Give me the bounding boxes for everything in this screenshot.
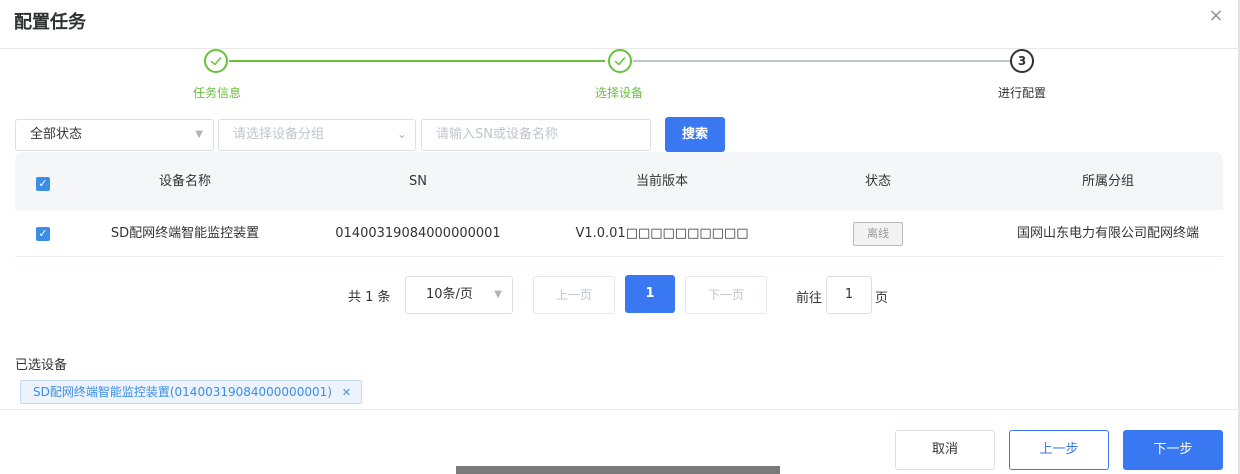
device-group-placeholder: 请选择设备分组 [233, 127, 325, 142]
step-1-check-icon [204, 49, 228, 73]
device-group-select[interactable]: 请选择设备分组 ⌄ [218, 119, 416, 151]
col-group: 所属分组 [1081, 174, 1134, 189]
col-version: 当前版本 [635, 174, 688, 189]
pagination-total: 共 1 条 [348, 290, 391, 305]
tag-close-icon[interactable]: ✕ [342, 386, 351, 399]
sn-search-input[interactable]: 请输入SN或设备名称 [421, 119, 651, 151]
goto-page-input[interactable]: 1 [826, 276, 872, 314]
search-button[interactable]: 搜索 [665, 117, 725, 152]
chevron-down-icon: ⌄ [396, 127, 407, 141]
next-page-button[interactable]: 下一页 [685, 276, 767, 314]
config-task-dialog: 配置任务 × 任务信息 选择设备 3 进行配置 全部状态 ▼ 请选择设备分组 ⌄… [0, 0, 1240, 474]
horizontal-scrollbar[interactable] [456, 466, 780, 474]
page-number-1[interactable]: 1 [625, 275, 675, 313]
step-2-check-icon [608, 49, 632, 73]
footer-divider [0, 409, 1240, 410]
page-size-value: 10条/页 [426, 287, 473, 302]
check-icon [210, 57, 222, 66]
page-size-select[interactable]: 10条/页 ▼ [405, 276, 513, 314]
select-all-checkbox[interactable]: ✓ [36, 177, 50, 191]
goto-suffix: 页 [875, 291, 889, 306]
previous-step-button[interactable]: 上一步 [1009, 430, 1109, 470]
row-checkbox[interactable]: ✓ [36, 227, 50, 241]
prev-page-button[interactable]: 上一页 [533, 276, 615, 314]
status-select-value: 全部状态 [30, 127, 83, 142]
step-connector-1 [229, 60, 605, 62]
next-step-button[interactable]: 下一步 [1123, 430, 1223, 470]
caret-down-icon: ▼ [195, 129, 203, 140]
step-3-label: 进行配置 [998, 86, 1047, 100]
step-2-label: 选择设备 [595, 86, 644, 100]
col-device-name: 设备名称 [158, 174, 211, 189]
caret-down-icon: ▼ [494, 289, 502, 300]
selected-device-tag-text: SD配网终端智能监控装置(01400319084000000001) [33, 385, 332, 399]
step-1-label: 任务信息 [193, 86, 242, 100]
cell-group: 国网山东电力有限公司配网终端 [1016, 226, 1199, 241]
cell-sn: 01400319084000000001 [335, 226, 501, 241]
status-select[interactable]: 全部状态 ▼ [15, 119, 214, 151]
check-icon [614, 57, 626, 66]
step-connector-2 [633, 60, 1010, 62]
table-header: ✓ 设备名称 SN 当前版本 状态 所属分组 [15, 152, 1223, 210]
step-3-number: 3 [1010, 49, 1034, 73]
cancel-button[interactable]: 取消 [895, 430, 995, 470]
dialog-title: 配置任务 [14, 12, 86, 33]
cell-device-name: SD配网终端智能监控装置 [110, 226, 260, 241]
close-icon[interactable]: × [1207, 7, 1225, 25]
goto-label: 前往 [796, 291, 823, 306]
sn-search-placeholder: 请输入SN或设备名称 [436, 127, 558, 142]
cell-version: V1.0.01□□□□□□□□□□ [575, 226, 749, 241]
status-badge: 离线 [853, 222, 903, 246]
col-sn: SN [409, 174, 427, 189]
col-status: 状态 [864, 174, 891, 189]
step-3-number-text: 3 [1017, 54, 1027, 68]
selected-devices-label: 已选设备 [15, 358, 68, 373]
selected-device-tag: SD配网终端智能监控装置(01400319084000000001) ✕ [20, 380, 363, 404]
table-row: ✓ SD配网终端智能监控装置 01400319084000000001 V1.0… [15, 211, 1223, 257]
